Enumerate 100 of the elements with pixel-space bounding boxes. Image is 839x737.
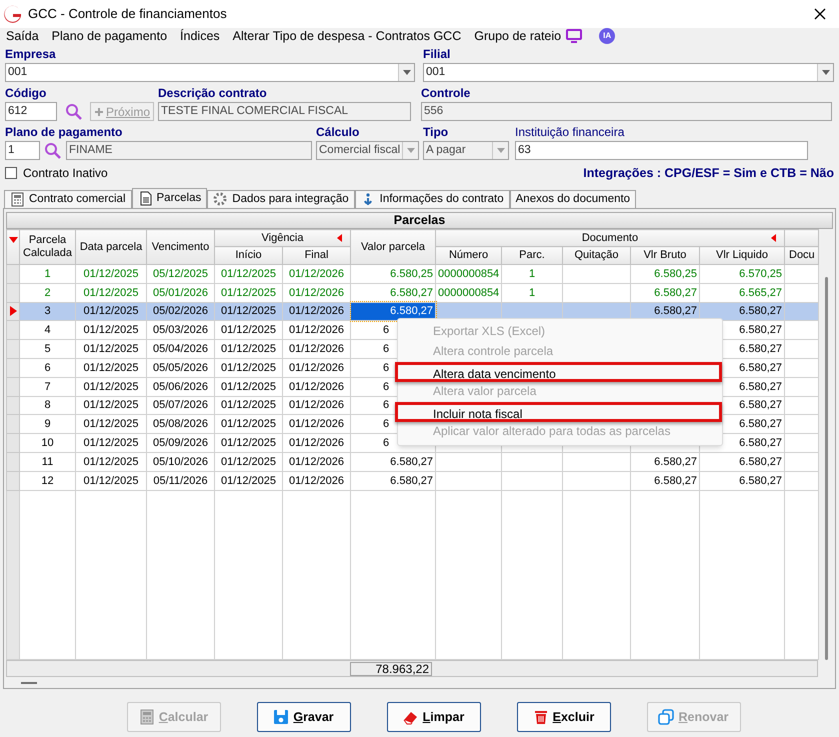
input-field[interactable]: 1 <box>5 141 40 160</box>
ai-badge[interactable]: IA <box>599 28 616 44</box>
table-cell: 01/12/2025 <box>214 340 282 358</box>
table-cell: 01/12/2026 <box>282 396 350 415</box>
menu-item[interactable]: Grupo de rateio <box>474 26 562 46</box>
menu-item[interactable]: Incluir nota fiscal <box>395 402 722 422</box>
table-cell: 05/10/2026 <box>146 452 214 472</box>
table-cell: 01/12/2025 <box>214 264 282 284</box>
table-cell: 6.570,25 <box>700 264 784 284</box>
dropdown-arrow-icon <box>406 148 414 153</box>
table-cell: 01/12/2025 <box>214 452 282 472</box>
document-icon <box>138 191 152 206</box>
action-button[interactable]: Gravar <box>256 702 350 732</box>
column-group-header[interactable]: Vigência <box>214 230 350 246</box>
logo-icon <box>4 5 22 23</box>
table-cell: 01/12/2026 <box>282 471 350 490</box>
table-cell: 01/12/2025 <box>214 414 282 434</box>
column-header[interactable]: Parcela Calculada <box>20 230 76 264</box>
table-cell: 0000000854 <box>436 264 502 284</box>
table-cell: 2 <box>20 283 76 302</box>
table-cell: 6.580,27 <box>630 471 700 490</box>
table-cell: 01/12/2025 <box>214 471 282 490</box>
table-row[interactable]: 2 01/12/2025 05/01/2026 01/12/2025 01/12/2026 6.580,27 0000000854 1 6.580,27 6.565,27 <box>6 283 818 302</box>
table-cell: 05/09/2026 <box>146 434 214 452</box>
menu-item[interactable]: Índices <box>180 26 220 46</box>
tab[interactable]: Contrato comercial <box>4 190 132 208</box>
table-cell: 01/12/2025 <box>214 302 282 321</box>
column-header[interactable]: Valor parcela <box>350 230 436 264</box>
menu-item[interactable]: Saída <box>6 26 39 46</box>
table-cell: 01/12/2025 <box>76 340 146 358</box>
dropdown-arrow-icon <box>822 70 830 75</box>
column-header[interactable]: Final <box>282 246 350 264</box>
table-cell: 01/12/2026 <box>282 320 350 340</box>
tab[interactable]: Informações do contrato <box>354 190 510 208</box>
tab[interactable]: Dados para integração <box>207 190 355 208</box>
field-label: Empresa <box>5 47 57 61</box>
column-header[interactable]: Parc. <box>502 246 562 264</box>
table-cell: 6.565,27 <box>700 283 784 302</box>
column-header[interactable]: Docu <box>784 246 818 264</box>
table-cell: 6 <box>20 358 76 378</box>
column-header[interactable]: Vlr Liquido <box>700 246 784 264</box>
table-cell: 01/12/2025 <box>214 283 282 302</box>
action-button[interactable]: Excluir <box>516 702 610 732</box>
menu-item[interactable]: Altera data vencimento <box>395 362 722 382</box>
readonly-field: 556 <box>421 102 832 121</box>
table-cell: 05/08/2026 <box>146 414 214 434</box>
table-cell: 01/12/2025 <box>214 358 282 378</box>
integration-status: Integrações : CPG/ESF = Sim e CTB = Não <box>583 164 834 182</box>
table-cell: 05/04/2026 <box>146 340 214 358</box>
field-label: Descrição contrato <box>158 86 268 100</box>
column-header[interactable]: Vencimento <box>146 230 214 264</box>
eraser-icon <box>402 709 419 725</box>
calculator-icon <box>138 709 155 725</box>
menu-item[interactable]: Alterar Tipo de despesa - Contratos GCC <box>232 26 462 46</box>
scrollbar-thumb[interactable] <box>824 277 828 660</box>
table-cell: 05/11/2026 <box>146 471 214 490</box>
grid-title: Parcelas <box>6 212 833 229</box>
table-cell: 6.580,27 <box>350 471 436 490</box>
dropdown[interactable]: 001 <box>423 63 834 82</box>
column-header[interactable]: Início <box>214 246 282 264</box>
input-field[interactable]: 612 <box>5 102 57 121</box>
table-row[interactable]: 11 01/12/2025 05/10/2026 01/12/2025 01/12/2026 6.580,27 6.580,27 6.580,27 <box>6 452 818 472</box>
row-pointer-icon <box>10 306 17 316</box>
input-field[interactable]: 63 <box>515 141 808 160</box>
column-header[interactable]: Quitação <box>562 246 630 264</box>
dropdown[interactable]: 001 <box>5 63 415 82</box>
action-button[interactable]: Limpar <box>386 702 480 732</box>
table-cell: 01/12/2025 <box>214 320 282 340</box>
triangle-icon <box>337 234 342 242</box>
field-label: Filial <box>423 47 452 61</box>
close-icon <box>813 7 827 21</box>
table-cell: 1 <box>502 283 562 302</box>
plus-icon <box>94 106 104 116</box>
tab[interactable]: Anexos do documento <box>510 190 636 208</box>
trash-icon <box>532 709 549 725</box>
copy-icon <box>658 709 674 725</box>
readonly-field: TESTE FINAL COMERCIAL FISCAL <box>158 102 411 121</box>
table-cell: 01/12/2026 <box>282 452 350 472</box>
table-row[interactable]: 12 01/12/2025 05/11/2026 01/12/2025 01/12/2026 6.580,27 6.580,27 6.580,27 <box>6 471 818 490</box>
column-header[interactable]: Número <box>436 246 502 264</box>
checkbox[interactable] <box>5 167 17 179</box>
splitter-handle[interactable] <box>21 682 37 684</box>
table-cell: 9 <box>20 414 76 434</box>
table-row[interactable]: 1 01/12/2025 05/12/2025 01/12/2025 01/12/2026 6.580,25 0000000854 1 6.580,25 6.570,25 <box>6 264 818 284</box>
dropdown-arrow-icon <box>402 70 410 75</box>
menu-item[interactable]: Plano de pagamento <box>52 26 168 46</box>
table-cell: 05/12/2025 <box>146 264 214 284</box>
table-cell: 01/12/2025 <box>76 434 146 452</box>
table-cell: 01/12/2026 <box>282 340 350 358</box>
table-cell: 01/12/2025 <box>76 302 146 321</box>
table-cell: 6.580,25 <box>350 264 436 284</box>
tab[interactable]: Parcelas <box>132 188 208 208</box>
table-cell: 01/12/2025 <box>76 264 146 284</box>
table-cell: 0000000854 <box>436 283 502 302</box>
table-cell: 11 <box>20 452 76 472</box>
column-group-header[interactable]: Documento <box>436 230 784 246</box>
column-header[interactable]: Vlr Bruto <box>630 246 700 264</box>
sort-triangle-icon <box>9 237 18 243</box>
checkbox-label: Contrato Inativo <box>23 165 108 182</box>
column-header[interactable]: Data parcela <box>76 230 146 264</box>
